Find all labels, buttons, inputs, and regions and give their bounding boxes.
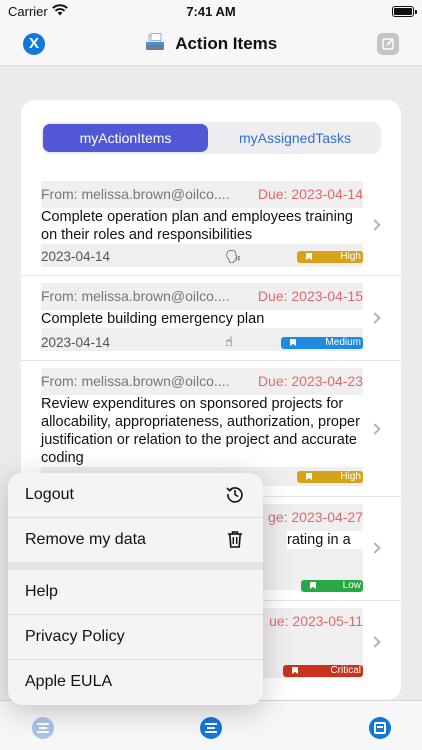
created-date: 2023-04-14 bbox=[41, 249, 111, 264]
list-item[interactable]: From: melissa.brown@oilco.... Due: 2023-… bbox=[21, 174, 401, 276]
menu-item-apple-eula[interactable]: Apple EULA bbox=[8, 660, 263, 704]
archive-icon bbox=[374, 722, 386, 734]
priority-badge: Low bbox=[301, 580, 363, 592]
menu-item-label: Help bbox=[25, 583, 58, 600]
menu-item-help[interactable]: Help bbox=[8, 570, 263, 614]
inbox-tray-icon bbox=[145, 33, 164, 50]
menu-item-label: Privacy Policy bbox=[25, 628, 125, 645]
menu-item-remove-data[interactable]: Remove my data bbox=[8, 518, 263, 562]
menu-item-privacy-policy[interactable]: Privacy Policy bbox=[8, 615, 263, 659]
speaking-head-icon: 🗣 bbox=[225, 249, 242, 264]
tab-my-assigned-tasks[interactable]: myAssignedTasks bbox=[211, 124, 379, 152]
list-item-content: From: melissa.brown@oilco.... Due: 2023-… bbox=[41, 368, 363, 486]
chevron-right-icon bbox=[369, 542, 381, 554]
due-date: ge: 2023-04-27 bbox=[268, 509, 363, 525]
item-title: Complete operation plan and employees tr… bbox=[41, 208, 363, 244]
menu-item-logout[interactable]: Logout bbox=[8, 473, 263, 517]
due-date: Due: 2023-04-15 bbox=[257, 288, 363, 304]
list-item-content: From: melissa.brown@oilco.... Due: 2023-… bbox=[41, 283, 363, 351]
tab-list[interactable] bbox=[32, 717, 54, 739]
due-date: Due: 2023-04-14 bbox=[257, 186, 363, 202]
filter-icon bbox=[205, 723, 217, 733]
bottom-tab-bar bbox=[0, 700, 422, 750]
options-menu: Logout Remove my data Help Privacy Polic… bbox=[8, 473, 263, 705]
list-item[interactable]: From: melissa.brown@oilco.... Due: 2023-… bbox=[21, 276, 401, 361]
trash-icon bbox=[228, 531, 242, 548]
status-bar: Carrier 7:41 AM bbox=[0, 0, 422, 24]
navigation-bar: X Action Items bbox=[0, 24, 422, 66]
nav-title-wrap: Action Items bbox=[0, 33, 422, 54]
compose-icon bbox=[382, 38, 394, 50]
history-icon bbox=[226, 487, 243, 503]
chevron-right-icon bbox=[369, 636, 381, 648]
created-date: 2023-04-14 bbox=[41, 335, 111, 350]
page-title: Action Items bbox=[175, 34, 278, 53]
menu-item-label: Apple EULA bbox=[25, 673, 113, 690]
due-date: ue: 2023-05-11 bbox=[269, 613, 363, 629]
tab-archive[interactable] bbox=[369, 717, 391, 739]
chevron-right-icon bbox=[369, 312, 381, 324]
due-date: Due: 2023-04-23 bbox=[257, 373, 363, 389]
hand-icon: ☝ bbox=[225, 334, 233, 349]
chevron-right-icon bbox=[369, 423, 381, 435]
tab-filter[interactable] bbox=[200, 717, 222, 739]
list-icon bbox=[37, 723, 49, 733]
priority-badge: Medium bbox=[281, 337, 363, 349]
chevron-right-icon bbox=[369, 219, 381, 231]
clock: 7:41 AM bbox=[186, 4, 236, 19]
from-label: From: melissa.brown@oilco.... bbox=[41, 288, 230, 304]
segmented-control: myActionItems myAssignedTasks bbox=[41, 122, 381, 154]
menu-section-gap bbox=[8, 562, 263, 570]
tab-my-action-items[interactable]: myActionItems bbox=[43, 124, 208, 152]
item-title: rating in a bbox=[287, 531, 363, 549]
compose-button[interactable] bbox=[377, 33, 399, 55]
from-label: From: melissa.brown@oilco.... bbox=[41, 186, 230, 202]
item-title: Review expenditures on sponsored project… bbox=[41, 395, 363, 467]
priority-badge: High bbox=[297, 471, 363, 483]
from-label: From: melissa.brown@oilco.... bbox=[41, 373, 230, 389]
menu-item-label: Logout bbox=[25, 486, 74, 503]
battery-icon bbox=[392, 6, 417, 17]
list-item-content: From: melissa.brown@oilco.... Due: 2023-… bbox=[41, 181, 363, 267]
item-title: Complete building emergency plan bbox=[41, 310, 363, 328]
menu-item-label: Remove my data bbox=[25, 531, 146, 548]
priority-badge: High bbox=[297, 251, 363, 263]
priority-badge: Critical bbox=[283, 665, 363, 677]
